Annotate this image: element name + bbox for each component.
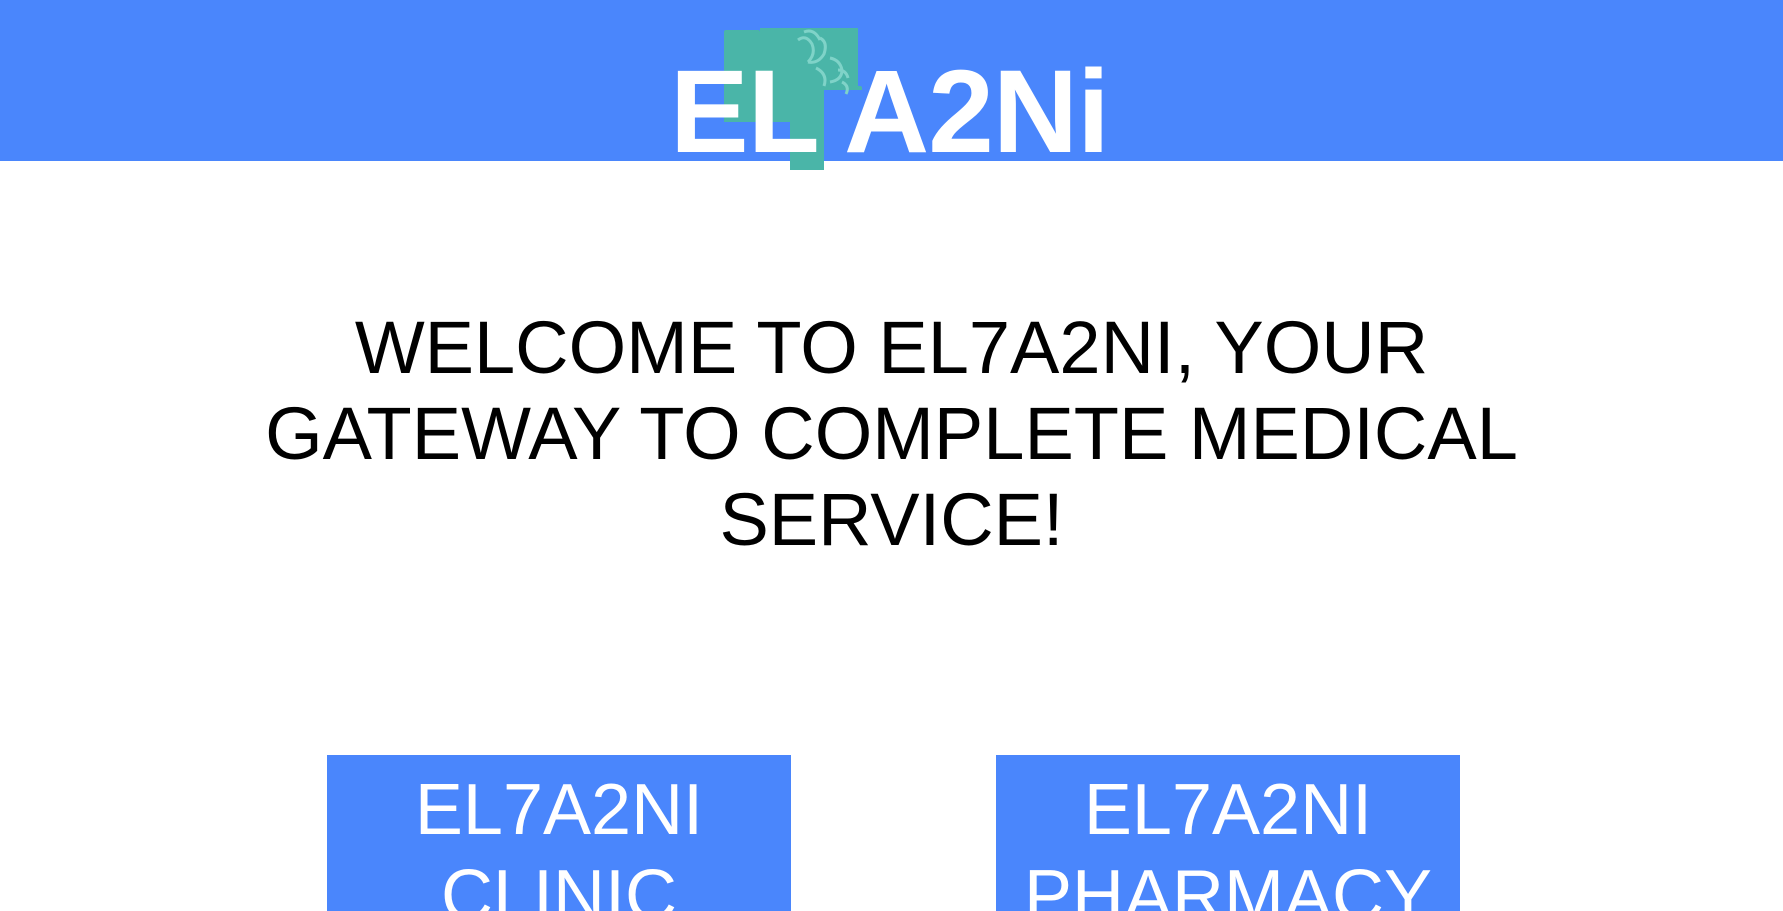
clinic-button[interactable]: EL7A2NI CLINIC [327,755,791,911]
welcome-heading: WELCOME TO EL7A2NI, YOUR GATEWAY TO COMP… [265,306,1518,561]
clinic-button-label: EL7A2NI CLINIC [414,770,704,911]
pharmacy-button[interactable]: EL7A2NI PHARMACY [996,755,1460,911]
pharmacy-button-label: EL7A2NI PHARMACY [1023,770,1433,911]
logo-text: EL A2Ni [670,46,1110,178]
site-logo[interactable]: EL A2Ni [670,28,1130,173]
page: EL A2Ni WELCOME TO EL7A2NI, YOUR GATEWAY… [0,0,1783,911]
